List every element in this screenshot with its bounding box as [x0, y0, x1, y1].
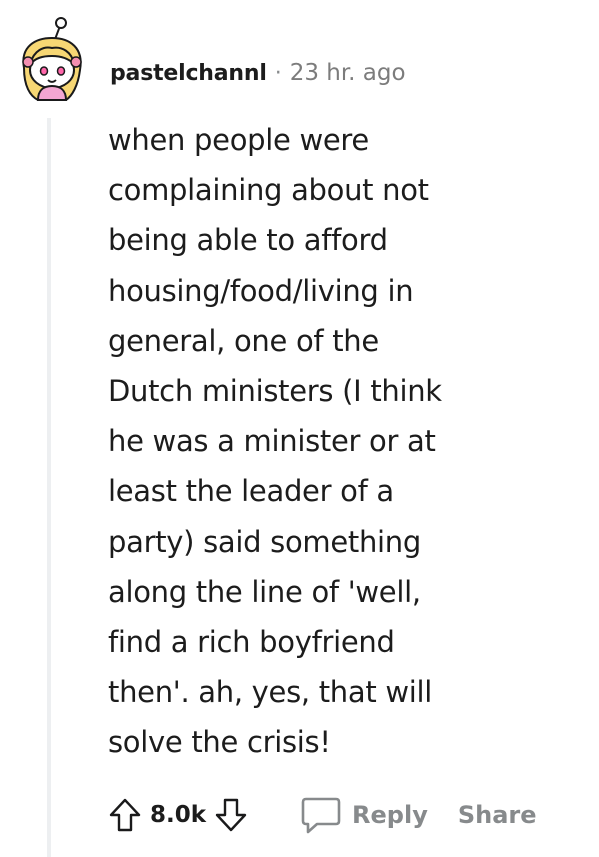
- comment-line: then'. ah, yes, that will: [108, 675, 433, 710]
- vote-count: 8.0k: [150, 802, 207, 828]
- comment-header: pastelchannl · 23 hr. ago: [110, 58, 406, 88]
- meta-separator: ·: [274, 60, 282, 86]
- user-avatar[interactable]: [14, 16, 90, 106]
- reply-label: Reply: [352, 801, 428, 829]
- reply-button[interactable]: Reply: [300, 795, 428, 835]
- comment-actions: 8.0k Reply Share: [108, 790, 537, 840]
- comment-line: least the leader of a: [108, 474, 394, 509]
- comment-line: housing/food/living in: [108, 273, 414, 308]
- comment-line: he was a minister or at: [108, 424, 436, 459]
- comment-line: complaining about not: [108, 173, 429, 208]
- comment-line: when people were: [108, 123, 369, 157]
- downvote-arrow-icon[interactable]: [214, 797, 248, 833]
- comment-line: along the line of 'well,: [108, 574, 421, 609]
- comment-line: solve the crisis!: [108, 725, 331, 760]
- share-button[interactable]: Share: [458, 801, 537, 829]
- comment-body: when people were complaining about not b…: [108, 115, 578, 768]
- comment-line: general, one of the: [108, 323, 379, 358]
- comment-line: party) said something: [108, 524, 421, 559]
- comment-line: being able to afford: [108, 223, 388, 258]
- speech-bubble-icon: [300, 795, 342, 835]
- username-link[interactable]: pastelchannl: [110, 61, 267, 86]
- share-label: Share: [457, 801, 537, 829]
- comment-line: find a rich boyfriend: [108, 625, 395, 660]
- thread-line[interactable]: [47, 118, 51, 857]
- timestamp[interactable]: 23 hr. ago: [290, 60, 406, 86]
- comment-line: Dutch ministers (I think: [108, 374, 442, 409]
- upvote-arrow-icon[interactable]: [108, 797, 142, 833]
